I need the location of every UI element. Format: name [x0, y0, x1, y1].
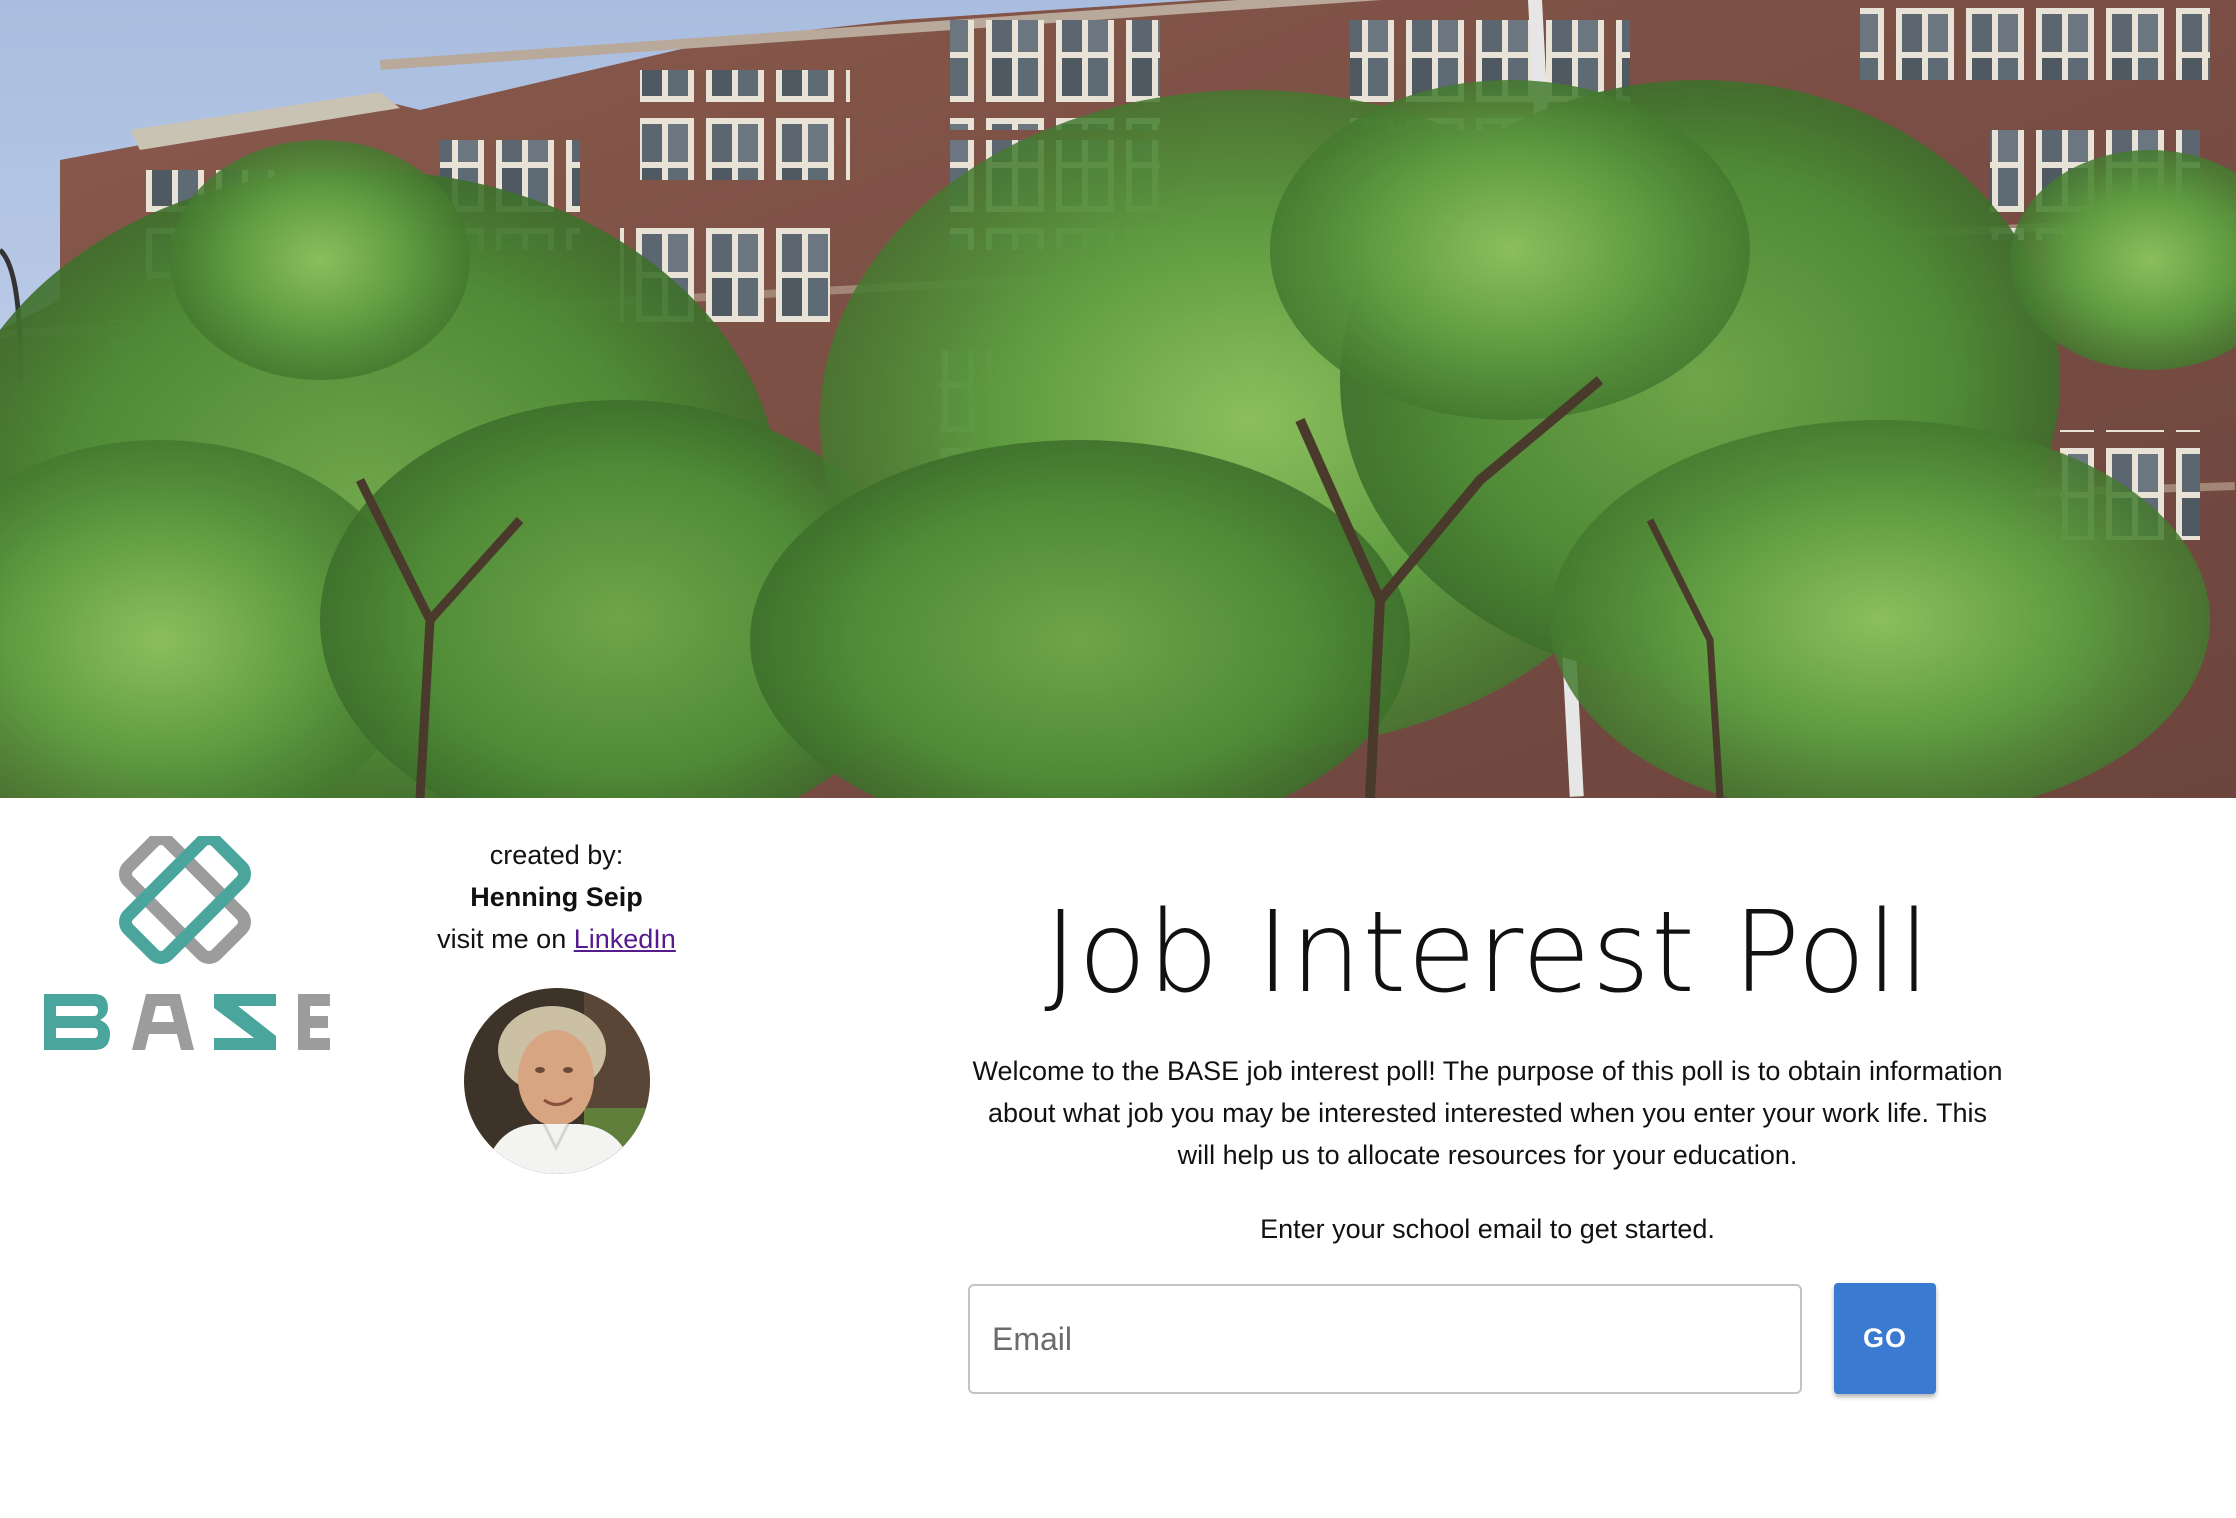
visit-line: visit me on LinkedIn: [400, 918, 713, 960]
poll-description: Welcome to the BASE job interest poll! T…: [972, 1056, 2003, 1170]
email-prompt: Enter your school email to get started.: [1260, 1214, 1715, 1244]
visit-prefix: visit me on: [437, 924, 574, 954]
email-field[interactable]: [968, 1284, 1802, 1394]
creator-info: created by: Henning Seip visit me on Lin…: [400, 834, 713, 960]
base-logo: [42, 832, 332, 1066]
avatar: [464, 988, 650, 1174]
linkedin-link[interactable]: LinkedIn: [574, 924, 676, 954]
hero-image: [0, 0, 2236, 798]
base-emblem-icon: [119, 832, 251, 964]
go-button[interactable]: GO: [1834, 1283, 1936, 1394]
creator-name: Henning Seip: [470, 882, 643, 912]
base-wordmark: [44, 994, 330, 1050]
page-title: Job Interest Poll: [1044, 888, 1931, 1018]
created-by-label: created by:: [489, 840, 624, 870]
